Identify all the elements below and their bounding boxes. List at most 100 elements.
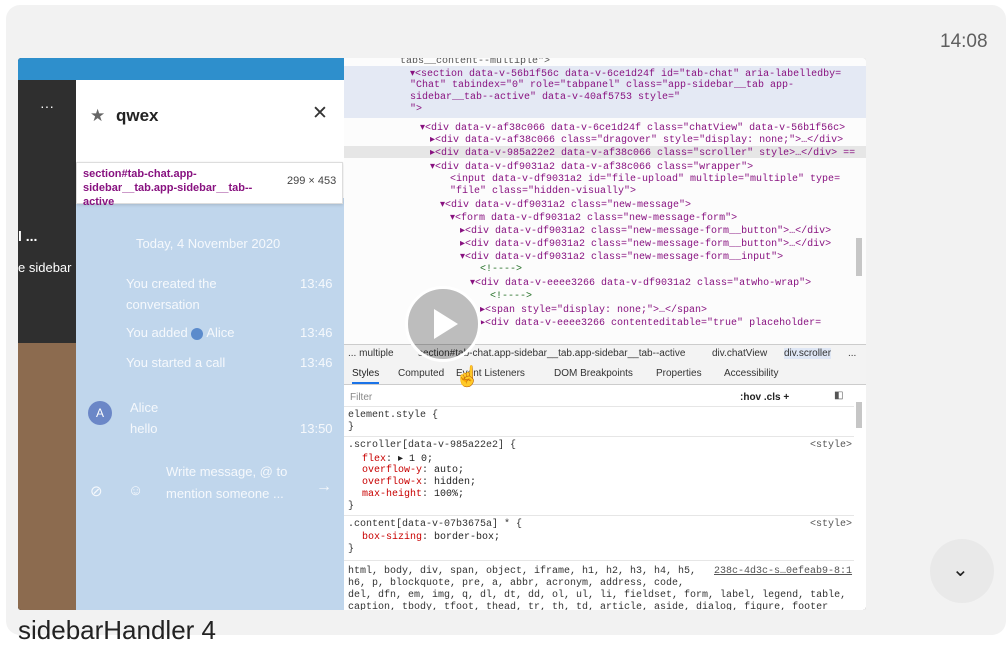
css-declaration[interactable]: flex: ▸ 1 0; bbox=[362, 453, 433, 465]
inspector-highlight-overlay bbox=[76, 198, 344, 610]
dom-line[interactable]: ▾<div data-v-df9031a2 class="new-message… bbox=[440, 199, 691, 211]
dom-comment: <!----> bbox=[480, 264, 523, 275]
dom-line[interactable]: ▸<div data-v-eeee3266 contenteditable="t… bbox=[480, 317, 821, 329]
css-selector: .content[data-v-07b3675a] * { bbox=[348, 519, 523, 530]
css-value: border-box; bbox=[434, 532, 501, 543]
css-source-link[interactable]: 238c-4d3c-s…0efeab9-8:1 bbox=[714, 566, 852, 577]
play-button[interactable] bbox=[405, 286, 481, 362]
star-icon[interactable]: ★ bbox=[90, 106, 105, 126]
rule-divider bbox=[344, 515, 854, 516]
styles-filter-bar: Filter :hov .cls + ◧ bbox=[344, 388, 854, 407]
message-time: 13:46 bbox=[300, 276, 333, 291]
dom-line[interactable]: ▸<div data-v-df9031a2 class="new-message… bbox=[460, 225, 831, 237]
breadcrumb-item[interactable]: ... multiple bbox=[348, 348, 394, 359]
css-declaration[interactable]: box-sizing: border-box; bbox=[362, 532, 500, 543]
play-icon bbox=[434, 309, 458, 339]
dom-line[interactable]: ▸<span style="display: none;">…</span> bbox=[480, 304, 707, 316]
css-value: 100%; bbox=[434, 489, 465, 500]
dom-line[interactable]: "file" class="hidden-visually"> bbox=[450, 186, 636, 197]
attachment-icon[interactable]: ⊘ bbox=[90, 482, 103, 500]
dom-line[interactable]: tabs__content--multiple"> bbox=[400, 58, 550, 67]
breadcrumb-item[interactable]: ... bbox=[848, 348, 856, 359]
close-icon[interactable]: ✕ bbox=[312, 102, 328, 125]
dom-line[interactable]: ▾<div data-v-df9031a2 class="new-message… bbox=[460, 251, 783, 263]
dom-line[interactable]: ▾<form data-v-df9031a2 class="new-messag… bbox=[450, 212, 737, 224]
message-time: 13:46 bbox=[300, 325, 333, 340]
css-close: } bbox=[348, 422, 355, 433]
css-source-link[interactable]: <style> bbox=[810, 440, 852, 451]
app-header-bar bbox=[18, 58, 344, 80]
css-source-link[interactable]: <style> bbox=[810, 519, 852, 530]
tab-computed[interactable]: Computed bbox=[398, 368, 444, 379]
video-player[interactable]: ··· l ... e sidebar ★ qwex ✕ section#tab… bbox=[18, 58, 866, 610]
css-close: } bbox=[348, 501, 355, 512]
tab-styles[interactable]: Styles bbox=[352, 368, 380, 384]
css-selector: element.style { bbox=[348, 410, 439, 421]
left-label: l ... bbox=[18, 228, 38, 244]
css-selector: del, dfn, em, img, q, dl, dt, dd, ol, ul… bbox=[348, 590, 847, 601]
inspector-selector: section#tab-chat.app-sidebar__tab.app-si… bbox=[83, 168, 253, 208]
tab-accessibility[interactable]: Accessibility bbox=[724, 368, 778, 379]
emoji-icon[interactable]: ☺ bbox=[128, 482, 143, 499]
css-declaration[interactable]: overflow-x: hidden; bbox=[362, 477, 476, 488]
breadcrumb-item[interactable]: div.scroller bbox=[784, 348, 832, 359]
css-declaration[interactable]: max-height: 100%; bbox=[362, 489, 464, 500]
inspector-tooltip: section#tab-chat.app-sidebar__tab.app-si… bbox=[76, 162, 343, 208]
chat-title: qwex bbox=[116, 106, 159, 125]
tab-properties[interactable]: Properties bbox=[656, 368, 702, 379]
send-icon[interactable]: → bbox=[316, 478, 332, 496]
composer-placeholder-cont[interactable]: mention someone ... bbox=[166, 486, 284, 501]
system-message: You created the bbox=[126, 276, 217, 291]
scroll-down-button[interactable]: ⌄ bbox=[930, 539, 994, 603]
css-prop: box-sizing bbox=[362, 532, 423, 543]
composer-placeholder[interactable]: Write message, @ to bbox=[166, 464, 287, 479]
sidebar-header: ★ qwex ✕ bbox=[76, 80, 344, 172]
css-prop: overflow-y bbox=[362, 465, 423, 476]
dom-line[interactable]: "> bbox=[410, 104, 422, 115]
system-message-text: You added bbox=[126, 325, 188, 340]
dom-line[interactable]: ▾<div data-v-eeee3266 data-v-df9031a2 cl… bbox=[470, 277, 811, 289]
rule-divider bbox=[344, 560, 854, 561]
tab-dom-breakpoints[interactable]: DOM Breakpoints bbox=[554, 368, 633, 379]
css-selector: .scroller[data-v-985a22e2] { bbox=[348, 440, 517, 451]
dom-line[interactable]: ▸<div data-v-985a22e2 data-v-af38c066 cl… bbox=[430, 147, 855, 159]
date-separator: Today, 4 November 2020 bbox=[136, 236, 281, 251]
message-time: 13:46 bbox=[300, 355, 333, 370]
elements-scrollbar[interactable] bbox=[856, 238, 862, 276]
css-declaration[interactable]: overflow-y: auto; bbox=[362, 465, 464, 476]
author-name: Alice bbox=[130, 400, 159, 415]
left-label-sidebar: e sidebar bbox=[18, 260, 72, 275]
css-selector: html, body, div, span, object, iframe, h… bbox=[348, 566, 697, 577]
dom-line[interactable]: <input data-v-df9031a2 id="file-upload" … bbox=[450, 174, 840, 185]
message-text: hello bbox=[130, 421, 158, 436]
css-prop: max-height bbox=[362, 489, 423, 500]
css-selector: h6, p, blockquote, pre, a, abbr, acronym… bbox=[348, 578, 685, 589]
system-message-cont: conversation bbox=[126, 297, 200, 312]
sidebar-toggle-icon[interactable]: ◧ bbox=[834, 390, 843, 401]
dom-line[interactable]: sidebar__tab--active" data-v-40af5753 st… bbox=[410, 92, 680, 103]
message-time: 13:50 bbox=[300, 421, 333, 436]
styles-scrollbar[interactable] bbox=[856, 402, 862, 428]
message-timestamp: 14:08 bbox=[940, 31, 988, 52]
dom-line[interactable]: ▸<div data-v-af38c066 class="dragover" s… bbox=[430, 134, 843, 146]
css-prop: overflow-x bbox=[362, 477, 423, 488]
css-value: ▸ 1 0; bbox=[398, 454, 434, 465]
breadcrumb-item[interactable]: div.chatView bbox=[712, 348, 767, 359]
filter-input[interactable]: Filter bbox=[350, 392, 372, 403]
dom-line[interactable]: ▾<section data-v-56b1f56c data-v-6ce1d24… bbox=[410, 68, 841, 80]
css-value: auto; bbox=[434, 465, 465, 476]
dom-line[interactable]: ▾<div data-v-af38c066 data-v-6ce1d24f cl… bbox=[420, 122, 845, 134]
system-message: You started a call bbox=[126, 355, 226, 370]
message-caption: sidebarHandler 4 bbox=[18, 615, 217, 645]
mention-name[interactable]: Alice bbox=[206, 325, 234, 340]
avatar: A bbox=[88, 401, 112, 425]
filter-toolbar[interactable]: :hov .cls + bbox=[740, 392, 789, 403]
dom-line[interactable]: ▾<div data-v-df9031a2 data-v-af38c066 cl… bbox=[430, 161, 753, 173]
styles-tabs: Styles Computed Event Listeners DOM Brea… bbox=[344, 362, 866, 385]
system-message: You added Alice bbox=[126, 325, 235, 340]
dom-line[interactable]: ▸<div data-v-df9031a2 class="new-message… bbox=[460, 238, 831, 250]
dom-comment: <!----> bbox=[490, 291, 533, 302]
more-icon[interactable]: ··· bbox=[40, 98, 54, 114]
dom-line[interactable]: "Chat" tabindex="0" role="tabpanel" clas… bbox=[410, 80, 794, 91]
css-value: hidden; bbox=[434, 477, 477, 488]
